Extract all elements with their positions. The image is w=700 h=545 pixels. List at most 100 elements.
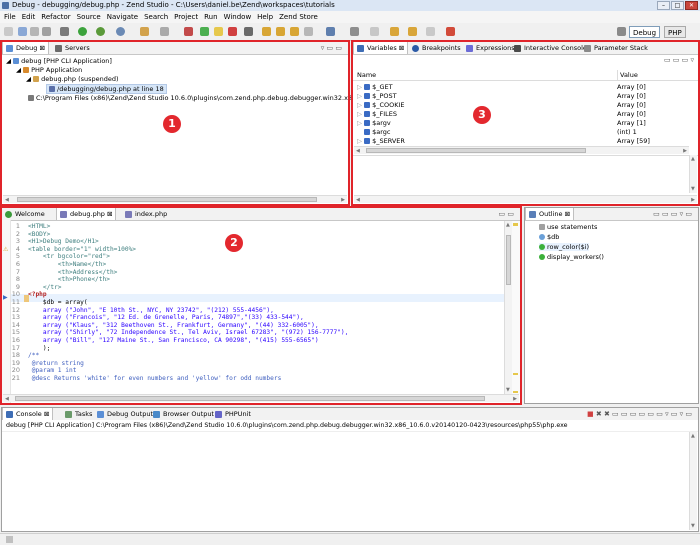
outline-toolbar-icons[interactable]: ▭ ▭ ▭ ▿ ▭: [653, 210, 692, 218]
view-menu-icon[interactable]: ▿ ▭ ▭: [321, 44, 342, 52]
detail-hscroll[interactable]: ◀ ▶: [354, 195, 697, 203]
menu-file[interactable]: File: [4, 11, 16, 23]
save-icon[interactable]: [18, 27, 27, 36]
tree-launch[interactable]: ◢ debug [PHP CLI Application]: [6, 57, 112, 65]
tab-index-php[interactable]: index.php: [122, 208, 170, 220]
step-over-icon[interactable]: [276, 27, 285, 36]
tab-debug[interactable]: Debug ⊠: [2, 42, 49, 54]
maximize-button[interactable]: □: [671, 1, 684, 10]
tab-welcome[interactable]: Welcome: [2, 208, 48, 220]
step-into-icon[interactable]: [262, 27, 271, 36]
console-toolbar-icons[interactable]: ■ ✖ ✖ ▭ ▭ ▭ ▭ ▭ ▭ ▿ ▭ ▿ ▭: [587, 410, 692, 418]
outline-item[interactable]: display_workers(): [539, 253, 604, 261]
skip-breakpoints-icon[interactable]: [160, 27, 169, 36]
window-title: Debug - debugging/debug.php - Zend Studi…: [12, 1, 335, 9]
tab-outline[interactable]: Outline ⊠: [525, 208, 575, 220]
menu-source[interactable]: Source: [77, 11, 101, 23]
debug-run-icon[interactable]: [96, 27, 105, 36]
suspend-icon[interactable]: [214, 27, 223, 36]
tab-phpunit[interactable]: PHPUnit: [212, 408, 254, 420]
scroll-thumb[interactable]: [15, 396, 485, 401]
editor-vscroll[interactable]: ▲ ▼: [504, 221, 512, 394]
globe-icon[interactable]: [116, 27, 125, 36]
tree-thread[interactable]: ◢ debug.php (suspended): [26, 75, 119, 83]
variable-row[interactable]: ▷ $_FILES Array [0]: [353, 110, 698, 118]
annotation-badge-1: 1: [163, 115, 181, 133]
menu-run[interactable]: Run: [204, 11, 217, 23]
column-name[interactable]: Name: [357, 70, 376, 80]
tab-variables[interactable]: Variables ⊠: [353, 42, 409, 54]
outline-item[interactable]: $db: [539, 233, 559, 241]
perspective-debug[interactable]: Debug: [629, 26, 661, 38]
next-annotation-icon[interactable]: [370, 27, 379, 36]
tab-browser-output[interactable]: Browser Output: [150, 408, 217, 420]
variable-row[interactable]: ▷ $argc (int) 1: [353, 128, 698, 136]
annotation-icon[interactable]: [350, 27, 359, 36]
scroll-thumb[interactable]: [366, 148, 586, 153]
open-type-icon[interactable]: [326, 27, 335, 36]
overview-ruler[interactable]: [512, 221, 520, 394]
variable-row[interactable]: ▷ $_GET Array [0]: [353, 83, 698, 91]
detail-vscroll[interactable]: ▲ ▼: [689, 155, 697, 193]
variables-toolbar-icons[interactable]: ▭ ▭ ▭ ▿: [664, 56, 694, 64]
resume-icon[interactable]: [200, 27, 209, 36]
menu-navigate[interactable]: Navigate: [107, 11, 138, 23]
drop-frame-icon[interactable]: [304, 27, 313, 36]
step-return-icon[interactable]: [290, 27, 299, 36]
minimize-button[interactable]: –: [657, 1, 670, 10]
outline-item[interactable]: row_color($i): [539, 243, 590, 251]
console-icon: [514, 45, 521, 52]
editor-hscroll[interactable]: ◀ ▶: [3, 394, 519, 402]
tab-parameter-stack[interactable]: Parameter Stack: [581, 42, 651, 54]
tree-php-app[interactable]: ◢ PHP Application: [16, 66, 82, 74]
menu-zend-store[interactable]: Zend Store: [279, 11, 318, 23]
menu-project[interactable]: Project: [174, 11, 198, 23]
variable-icon: [364, 84, 371, 90]
warning-icon[interactable]: [446, 27, 455, 36]
scroll-thumb[interactable]: [17, 197, 317, 202]
variable-row[interactable]: ▷ $_SERVER Array [59]: [353, 137, 698, 145]
tab-debug-php[interactable]: debug.php ⊠: [56, 208, 117, 220]
variable-row[interactable]: ▷ $argv Array [1]: [353, 119, 698, 127]
last-edit-icon[interactable]: [390, 27, 399, 36]
variable-row[interactable]: ▷ $_COOKIE Array [0]: [353, 101, 698, 109]
menu-edit[interactable]: Edit: [22, 11, 36, 23]
disconnect-icon[interactable]: [244, 27, 253, 36]
phpunit-icon: [215, 411, 222, 418]
fast-view-icon[interactable]: [6, 536, 13, 543]
scroll-thumb[interactable]: [506, 235, 511, 285]
print-icon[interactable]: [42, 27, 51, 36]
stop-icon[interactable]: [184, 27, 193, 36]
debug-hscroll[interactable]: ◀ ▶: [3, 195, 347, 203]
outline-item[interactable]: use statements: [539, 223, 597, 231]
tree-stack-frame[interactable]: /debugging/debug.php at line 18: [46, 84, 167, 94]
menu-refactor[interactable]: Refactor: [41, 11, 70, 23]
settings-icon[interactable]: [60, 27, 69, 36]
column-value[interactable]: Value: [617, 70, 638, 80]
tool-icon[interactable]: [140, 27, 149, 36]
tab-console[interactable]: Console ⊠: [2, 408, 54, 420]
terminate-icon[interactable]: [228, 27, 237, 36]
editor-view-menu-icon[interactable]: ▭ ▭: [499, 210, 514, 218]
tab-debug-output[interactable]: Debug Output: [94, 408, 156, 420]
tab-breakpoints[interactable]: Breakpoints: [409, 42, 464, 54]
tab-servers[interactable]: Servers: [52, 42, 93, 54]
tab-tasks[interactable]: Tasks: [62, 408, 95, 420]
tab-interactive-console[interactable]: Interactive Console: [511, 42, 590, 54]
tab-expressions[interactable]: Expressions: [463, 42, 518, 54]
close-button[interactable]: ✕: [685, 1, 698, 10]
menu-search[interactable]: Search: [144, 11, 168, 23]
variables-hscroll[interactable]: ◀ ▶: [354, 146, 689, 154]
new-icon[interactable]: [4, 27, 13, 36]
console-vscroll[interactable]: ▲ ▼: [689, 432, 697, 530]
forward-icon[interactable]: [426, 27, 435, 36]
save-all-icon[interactable]: [30, 27, 39, 36]
menu-help[interactable]: Help: [257, 11, 273, 23]
run-icon[interactable]: [78, 27, 87, 36]
variable-row[interactable]: ▷ $_POST Array [0]: [353, 92, 698, 100]
menu-window[interactable]: Window: [224, 11, 252, 23]
back-icon[interactable]: [408, 27, 417, 36]
tree-process[interactable]: C:\Program Files (x86)\Zend\Zend Studio …: [28, 94, 386, 102]
open-perspective-icon[interactable]: [617, 27, 626, 36]
perspective-php[interactable]: PHP: [664, 26, 686, 38]
